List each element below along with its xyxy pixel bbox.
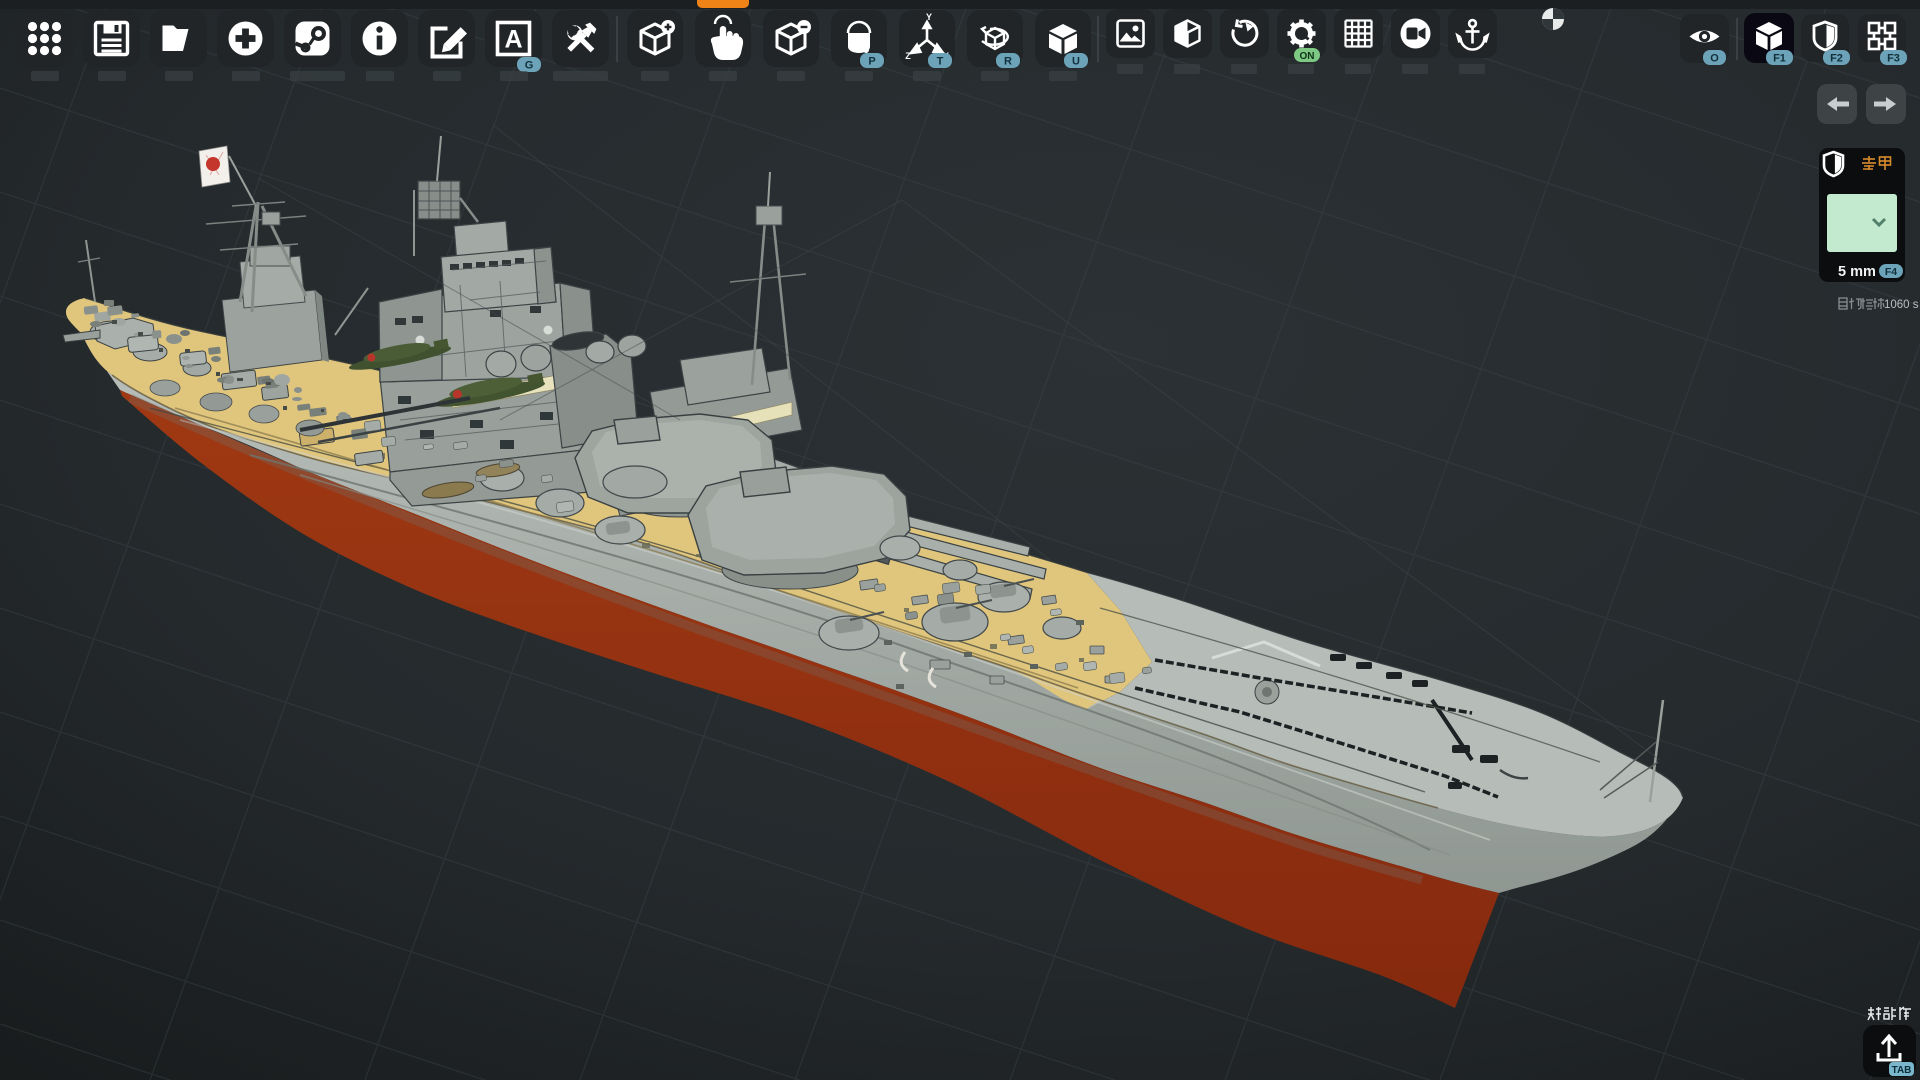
- svg-text:U: U: [1072, 56, 1080, 68]
- svg-text:TAB: TAB: [1892, 1065, 1912, 1076]
- svg-text:T: T: [937, 56, 944, 68]
- svg-text:F1: F1: [1773, 53, 1786, 65]
- svg-text:P: P: [868, 56, 875, 68]
- svg-text:F4: F4: [1885, 266, 1897, 278]
- svg-text:O: O: [1710, 53, 1719, 65]
- svg-text:ON: ON: [1300, 51, 1315, 62]
- svg-text:1060 s: 1060 s: [1884, 299, 1919, 311]
- svg-text:F2: F2: [1830, 53, 1843, 65]
- svg-text:A: A: [504, 26, 522, 54]
- svg-text:Y: Y: [926, 12, 932, 22]
- svg-text:Z: Z: [905, 51, 911, 61]
- svg-text:5 mm: 5 mm: [1838, 264, 1876, 280]
- svg-text:F3: F3: [1887, 53, 1900, 65]
- svg-text:R: R: [1004, 56, 1012, 68]
- svg-text:G: G: [525, 60, 534, 72]
